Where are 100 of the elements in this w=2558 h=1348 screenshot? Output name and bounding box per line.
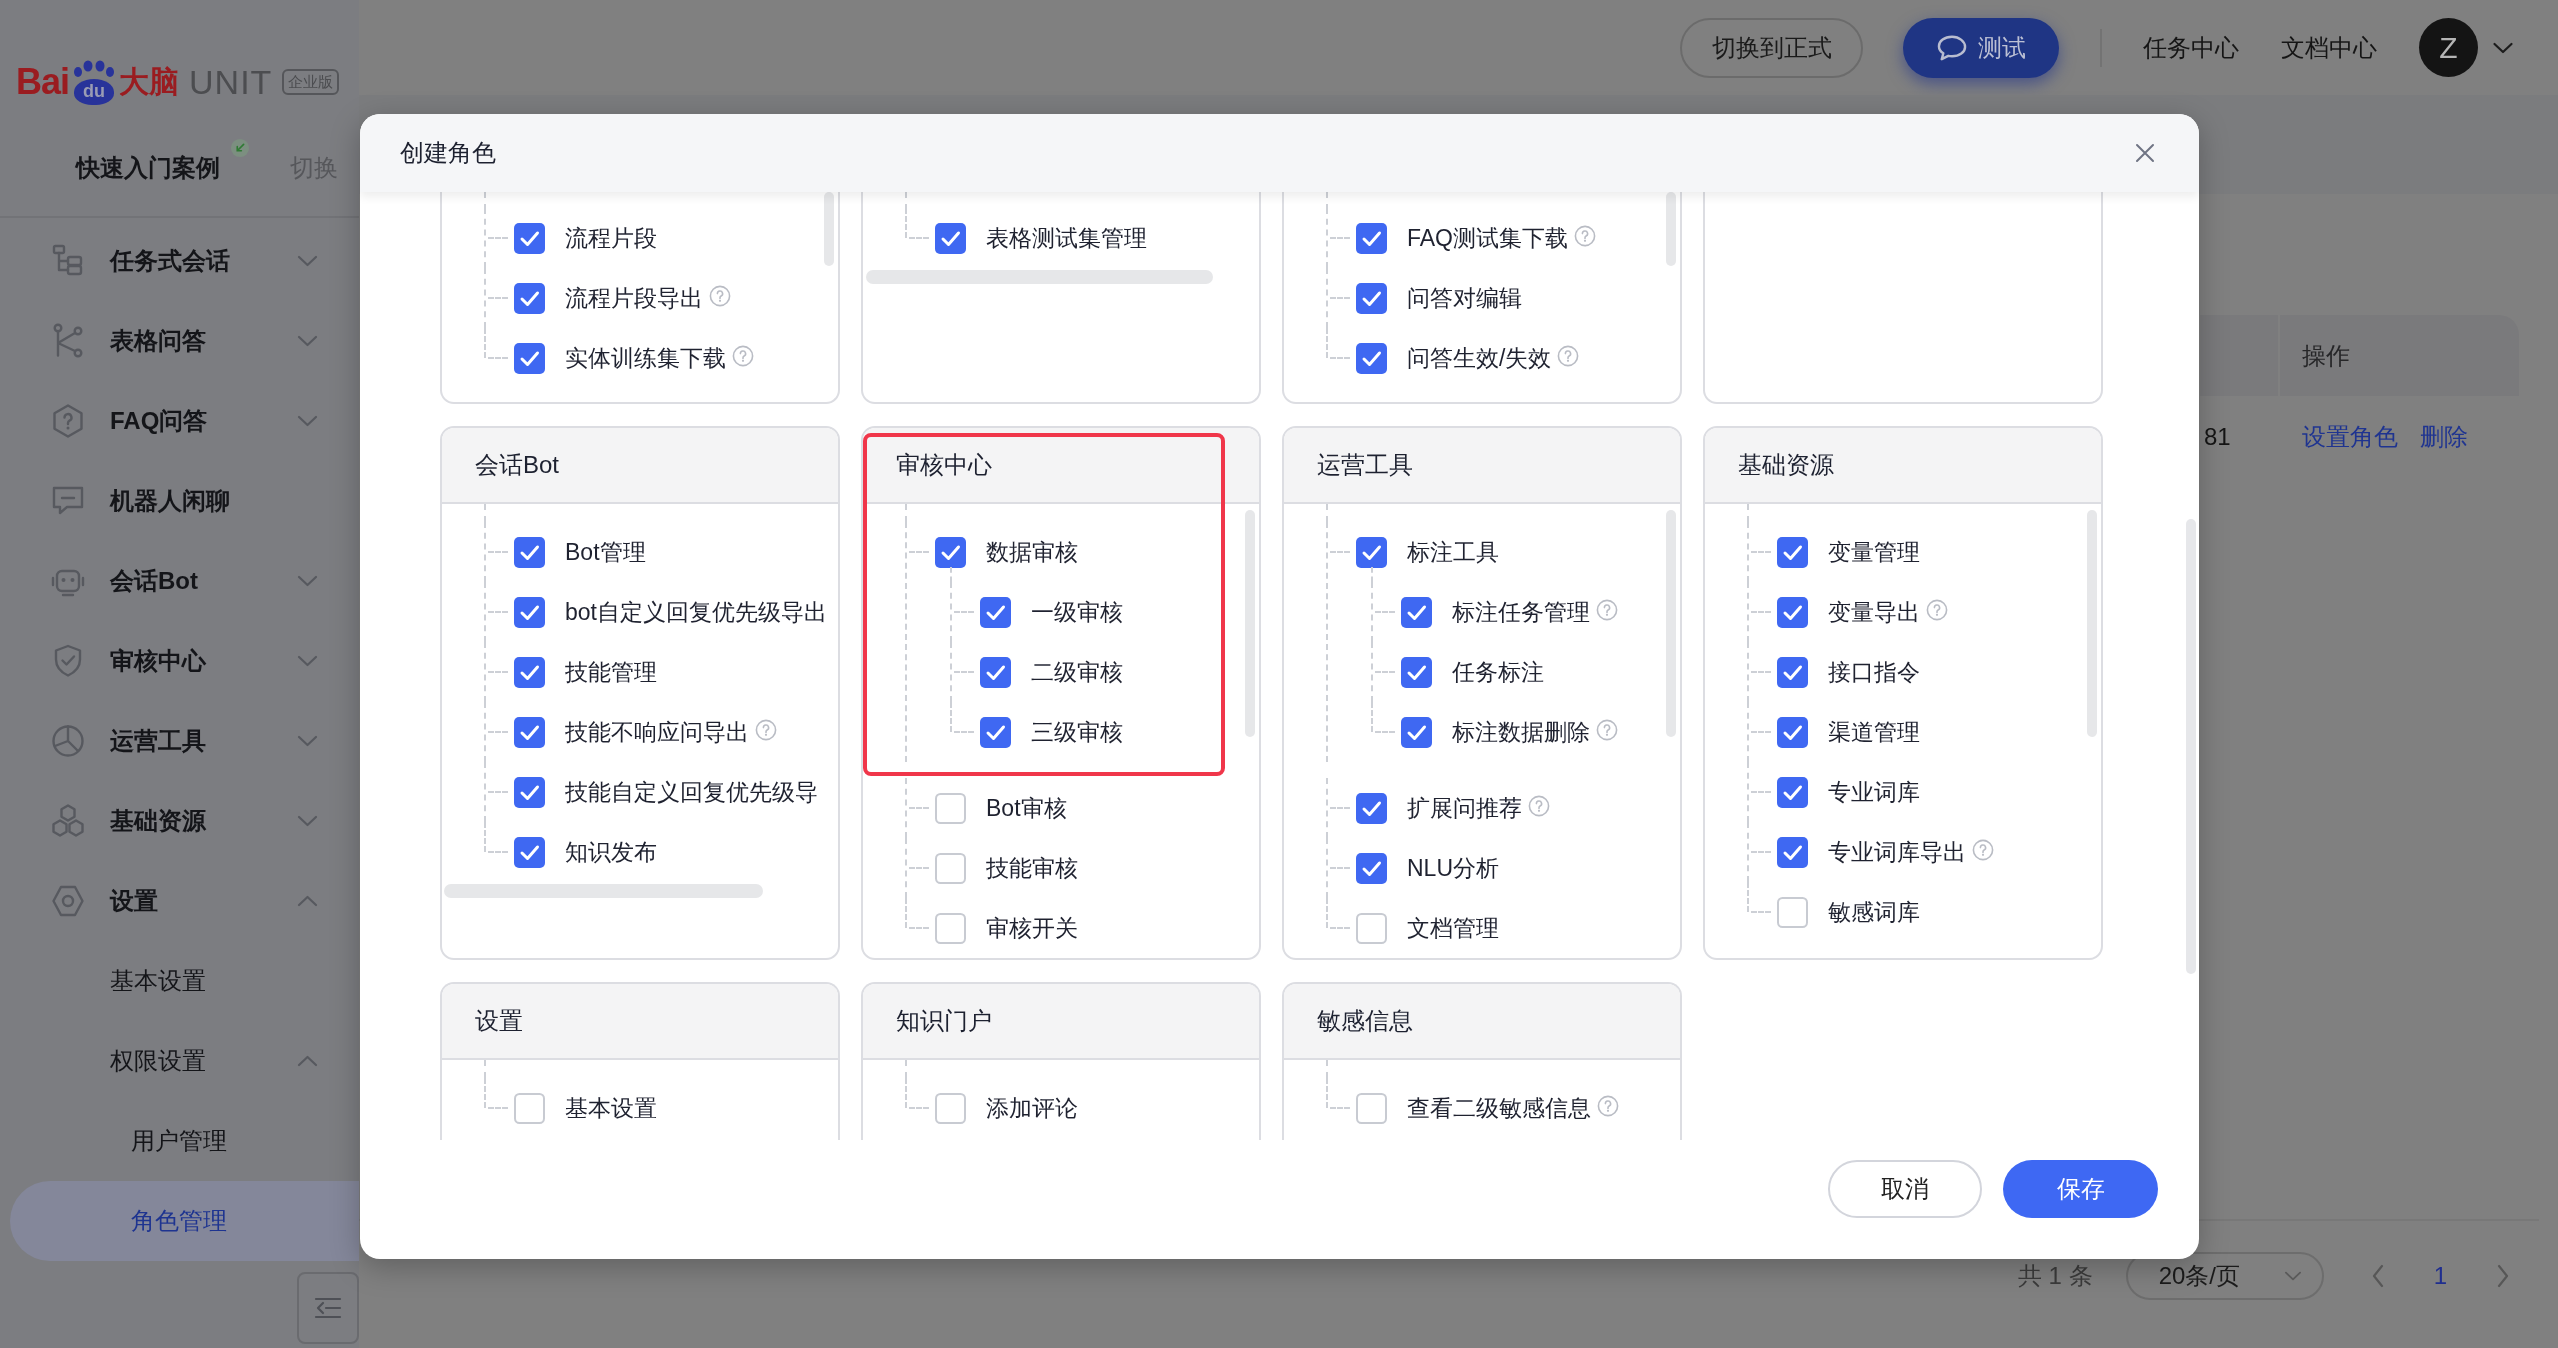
checkbox[interactable] [1356,1092,1387,1124]
checkbox[interactable] [514,1092,545,1124]
permission-label: 变量管理 [1828,537,1920,567]
logo-text: Bai [16,64,70,100]
checkbox[interactable] [935,852,966,884]
card-header: 设置 [442,984,838,1060]
checkbox[interactable] [935,536,966,568]
logo-badge: du [74,78,115,105]
checkbox[interactable] [514,716,545,748]
dialog-title: 创建角色 [400,138,496,168]
scrollbar[interactable] [444,884,763,898]
checkbox[interactable] [935,912,966,944]
card-header: 知识门户 [863,984,1259,1060]
avatar[interactable]: Z [2419,18,2478,77]
permission-label: 专业词库 [1828,777,1920,807]
scrollbar[interactable] [1666,510,1676,737]
menu-item[interactable]: 表格问答 [0,301,359,381]
switch-button[interactable]: 切换到正式 [1680,17,1863,78]
checkbox[interactable] [1777,836,1808,868]
menu-item[interactable]: 基本设置 [0,941,359,1021]
checkbox[interactable] [514,282,545,314]
checkbox[interactable] [935,222,966,254]
checkbox[interactable] [1356,342,1387,374]
checkbox[interactable] [1777,536,1808,568]
checkbox[interactable] [1777,596,1808,628]
menu-item[interactable]: 用户管理 [0,1101,359,1181]
checkbox[interactable] [1777,896,1808,928]
nav-link[interactable]: 文档中心 [2281,31,2377,64]
menu-item[interactable]: 运营工具 [0,701,359,781]
checkbox[interactable] [1356,282,1387,314]
checkbox[interactable] [1356,222,1387,254]
checkbox[interactable] [514,836,545,868]
checkbox[interactable] [1777,656,1808,688]
permission-label: bot自定义回复优先级导出 [565,597,827,627]
permission-label: 标注任务管理 [1452,597,1590,627]
checkbox[interactable] [1356,536,1387,568]
card-header: 敏感信息 [1284,984,1680,1060]
scrollbar[interactable] [2186,519,2196,974]
permission-label: 一级审核 [1031,597,1123,627]
card-header: 基础资源 [1705,428,2101,504]
menu-item[interactable]: 权限设置 [0,1021,359,1101]
scrollbar[interactable] [824,192,834,266]
menu-item[interactable]: 审核中心 [0,621,359,701]
table-header-cell: 操作 [2280,315,2519,396]
menu-item[interactable]: FAQ问答 [0,381,359,461]
checkbox[interactable] [1401,656,1432,688]
checkbox[interactable] [1777,716,1808,748]
menu-item[interactable]: 会话Bot [0,541,359,621]
scrollbar[interactable] [1666,192,1676,266]
scrollbar[interactable] [1245,510,1255,737]
checkbox[interactable] [514,776,545,808]
checkbox[interactable] [1356,852,1387,884]
checkbox[interactable] [1777,776,1808,808]
permission-label: 技能不响应问导出 [565,717,749,747]
table-cell-text: 81 [2203,423,2232,451]
table-action-link[interactable]: 删除 [2420,421,2468,453]
checkbox[interactable] [1401,596,1432,628]
checkbox[interactable] [935,1092,966,1124]
menu-item[interactable]: 设置 [0,861,359,941]
permission-label: 扩展问推荐 [1407,793,1522,823]
permission-label: Bot管理 [565,537,646,567]
checkbox[interactable] [514,342,545,374]
checkbox[interactable] [935,792,966,824]
checkbox[interactable] [1401,716,1432,748]
checkbox[interactable] [514,596,545,628]
permission-label: 问答对编辑 [1407,283,1522,313]
collapse-icon [314,1296,342,1320]
checkbox[interactable] [514,536,545,568]
save-button[interactable]: 保存 [2003,1160,2158,1218]
chevron-down-icon[interactable] [2492,41,2514,54]
checkbox[interactable] [980,596,1011,628]
permission-label: 流程片段导出 [565,283,703,313]
checkbox[interactable] [980,716,1011,748]
permission-label: 技能审核 [986,853,1078,883]
scrollbar[interactable] [2087,510,2097,737]
page-number[interactable]: 1 [2433,1262,2447,1290]
checkbox[interactable] [1356,792,1387,824]
permission-label: 表格测试集管理 [986,223,1147,253]
permission-label: 添加评论 [986,1093,1078,1123]
permission-label: 任务标注 [1452,657,1544,687]
checkbox[interactable] [1356,912,1387,944]
menu-item[interactable]: 基础资源 [0,781,359,861]
nav-link[interactable]: 任务中心 [2143,31,2239,64]
table-action-link[interactable]: 设置角色 [2302,421,2398,453]
checkbox[interactable] [514,222,545,254]
menu-item[interactable]: 角色管理 [10,1181,359,1261]
permission-label: 渠道管理 [1828,717,1920,747]
hexagons-icon [50,803,86,839]
scrollbar[interactable] [866,270,1213,284]
checkbox[interactable] [514,656,545,688]
test-button[interactable]: 测试 [1903,17,2059,78]
menu-item[interactable]: 任务式会话 [0,221,359,301]
chat-bubble-icon [1936,33,1968,62]
quick-start-link[interactable]: 快速入门案例 [76,152,220,184]
close-icon[interactable] [2134,142,2156,164]
permission-label: 二级审核 [1031,657,1123,687]
permission-label: 技能自定义回复优先级导 [565,777,818,807]
checkbox[interactable] [980,656,1011,688]
cancel-button[interactable]: 取消 [1828,1160,1982,1218]
menu-item[interactable]: 机器人闲聊 [0,461,359,541]
